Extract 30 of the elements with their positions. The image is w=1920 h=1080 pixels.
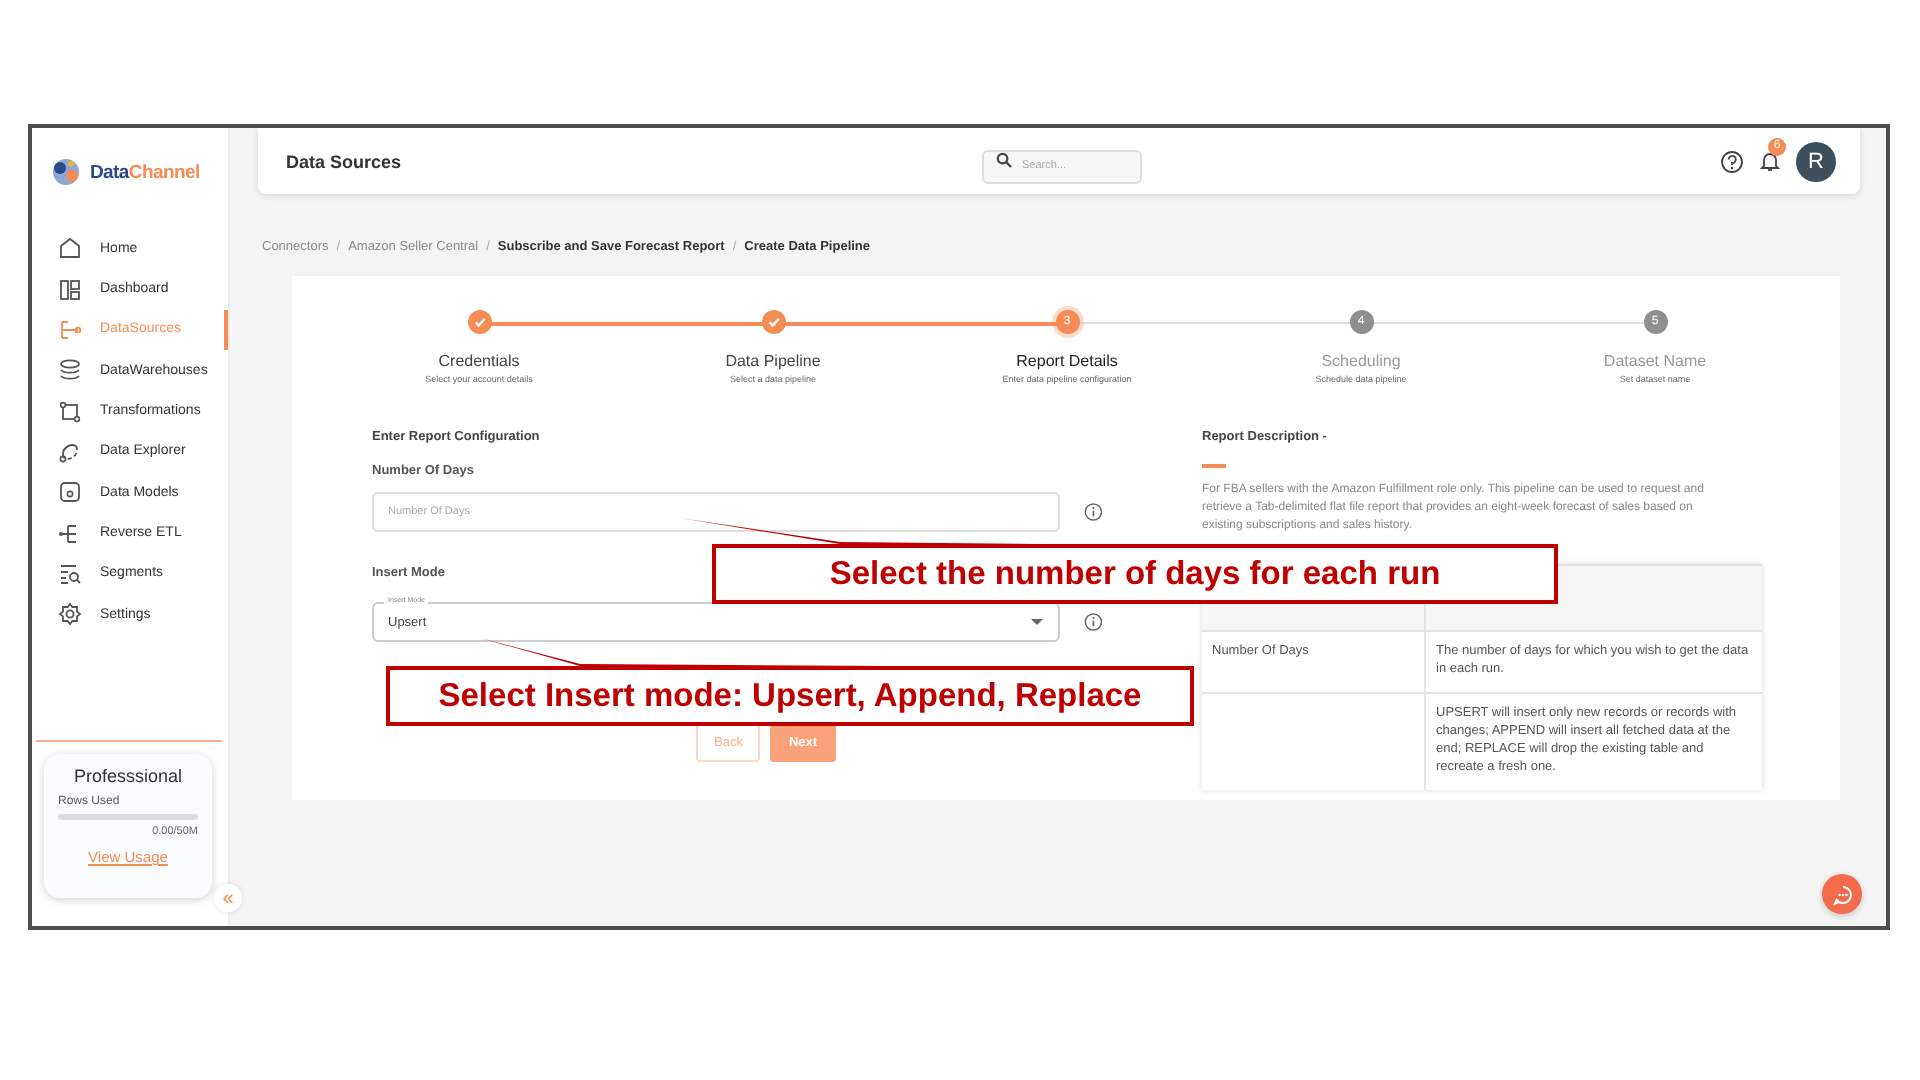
help-icon[interactable] [1720,149,1744,173]
bell-icon[interactable] [1760,150,1780,172]
list-search-icon [58,561,82,586]
page-title: Data Sources [286,151,402,171]
logo-text: DataChannel [90,161,200,183]
explore-icon [58,439,82,464]
search-icon [996,152,1012,168]
house-icon [58,236,82,261]
settings-icon [58,602,82,627]
chat-button[interactable] [1822,874,1862,914]
callout-box: Select Insert mode: Upsert, Append, Replace [386,666,1194,726]
step-label: Report Details [1016,352,1118,370]
flow-icon [58,521,82,546]
branch-icon [58,317,82,342]
transform-icon [58,399,82,424]
user-avatar[interactable]: R [1796,141,1836,181]
step-label: Data Pipeline [725,352,821,370]
dashboard-icon [58,277,82,302]
step-label: Scheduling [1321,352,1401,370]
info-icon [1083,502,1102,522]
model-icon [58,480,82,505]
step-label: Credentials [438,352,520,370]
logo-icon [50,156,82,188]
info-icon [1083,612,1102,632]
layers-icon [58,358,82,383]
step-label: Dataset Name [1603,352,1707,370]
plan-title: Professsional [71,766,185,786]
callout-box: Select the number of days for each run [712,544,1558,604]
chat-icon [1831,883,1853,905]
caret-icon [1029,618,1044,626]
